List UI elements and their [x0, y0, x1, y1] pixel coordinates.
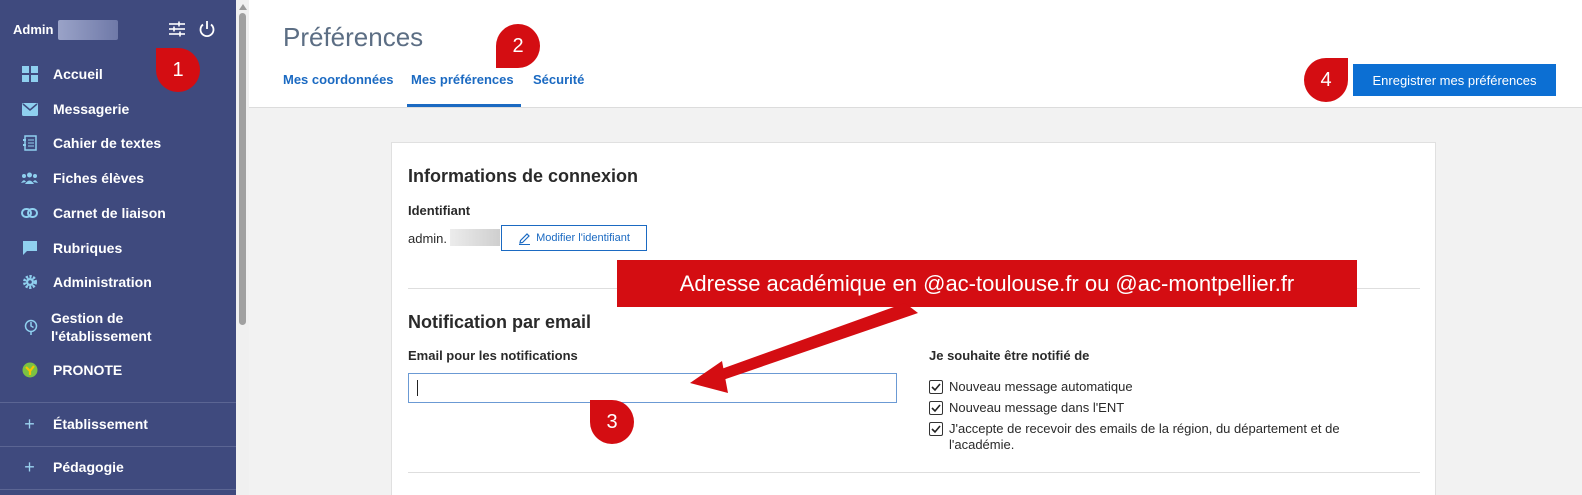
sidebar-item-gestion-etablissement[interactable]: Gestion de l'établissement — [0, 307, 236, 347]
school-icon — [22, 319, 39, 336]
checkbox-label: Nouveau message dans l'ENT — [949, 400, 1125, 415]
checkbox-ent-message[interactable] — [929, 401, 943, 415]
tab-mes-preferences[interactable]: Mes préférences — [411, 72, 514, 87]
sidebar-item-label: Rubriques — [53, 240, 123, 256]
plus-icon: + — [24, 413, 35, 434]
sidebar-header: Admin — [0, 0, 236, 58]
annotation-badge-4: 4 — [1304, 58, 1348, 102]
sidebar-item-label: Administration — [53, 274, 152, 290]
modify-identifiant-button[interactable]: Modifier l'identifiant — [501, 225, 647, 251]
tab-mes-coordonnees[interactable]: Mes coordonnées — [283, 72, 394, 87]
sidebar-divider — [0, 489, 236, 490]
plus-icon: + — [24, 456, 35, 477]
sidebar-item-administration[interactable]: Administration — [0, 265, 236, 299]
checkbox-label: Nouveau message automatique — [949, 379, 1133, 394]
connexion-section-title: Informations de connexion — [408, 166, 639, 186]
sidebar-section-label: Pédagogie — [53, 459, 124, 475]
sidebar-item-label: Messagerie — [53, 101, 130, 117]
preferences-card: Informations de connexion Identifiant ad… — [391, 142, 1436, 495]
gear-icon — [21, 274, 38, 291]
user-label: Admin — [13, 22, 54, 37]
sidebar-section-label: Établissement — [53, 416, 148, 432]
checkbox-label: J'accepte de recevoir des emails de la r… — [949, 421, 1340, 452]
user-name-blurred — [58, 20, 118, 40]
sidebar-section-etablissement[interactable]: + Établissement — [0, 407, 236, 441]
text-caret — [417, 380, 418, 396]
sidebar-section-pedagogie[interactable]: + Pédagogie — [0, 450, 236, 484]
scrollbar-thumb[interactable] — [239, 13, 246, 325]
link-icon — [21, 205, 38, 222]
grid-icon — [21, 66, 38, 83]
notebook-icon — [21, 135, 38, 152]
checkbox-accept-emails[interactable] — [929, 422, 943, 436]
sidebar-item-label: PRONOTE — [53, 362, 123, 378]
sidebar-scrollbar[interactable] — [236, 0, 249, 495]
pronote-icon — [21, 362, 38, 379]
checkbox-auto-message[interactable] — [929, 380, 943, 394]
sidebar-item-carnet-de-liaison[interactable]: Carnet de liaison — [0, 196, 236, 230]
students-icon — [21, 170, 38, 187]
notify-label: Je souhaite être notifié de — [929, 348, 1090, 363]
mail-icon — [21, 101, 38, 118]
sidebar-item-messagerie[interactable]: Messagerie — [0, 92, 236, 126]
annotation-badge-2: 2 — [496, 24, 540, 68]
sidebar-divider — [0, 446, 236, 447]
check-icon — [931, 404, 941, 413]
email-field[interactable] — [408, 373, 897, 403]
annotation-badge-3: 3 — [590, 400, 634, 444]
pencil-icon — [519, 232, 531, 245]
sidebar-item-label: Fiches élèves — [53, 170, 145, 186]
sidebar-item-label: Cahier de textes — [53, 135, 162, 151]
sidebar-item-label: Accueil — [53, 66, 103, 82]
page-header: Préférences Mes coordonnées Mes préféren… — [249, 0, 1582, 108]
sidebar-item-cahier-de-textes[interactable]: Cahier de textes — [0, 126, 236, 160]
sidebar-item-accueil[interactable]: Accueil — [0, 57, 236, 91]
checkbox-row[interactable]: Nouveau message automatique — [929, 379, 1369, 395]
identifiant-value: admin. — [408, 231, 448, 246]
sidebar-item-label: Gestion de l'établissement — [51, 310, 152, 344]
save-preferences-button[interactable]: Enregistrer mes préférences — [1353, 64, 1556, 96]
settings-sliders-icon[interactable] — [167, 19, 187, 39]
notification-section-title: Notification par email — [408, 312, 592, 332]
power-icon[interactable] — [197, 19, 217, 39]
chat-icon — [21, 240, 38, 257]
scroll-up-icon[interactable] — [239, 4, 247, 10]
check-icon — [931, 425, 941, 434]
checkbox-row[interactable]: J'accepte de recevoir des emails de la r… — [929, 421, 1369, 453]
sidebar-item-label: Carnet de liaison — [53, 205, 166, 221]
sidebar-item-rubriques[interactable]: Rubriques — [0, 231, 236, 265]
checkbox-row[interactable]: Nouveau message dans l'ENT — [929, 400, 1369, 416]
page-title: Préférences — [283, 22, 424, 52]
email-label: Email pour les notifications — [408, 348, 578, 363]
identifiant-blurred — [450, 229, 500, 246]
annotation-banner: Adresse académique en @ac-toulouse.fr ou… — [617, 260, 1357, 307]
modify-identifiant-label: Modifier l'identifiant — [536, 232, 630, 244]
check-icon — [931, 383, 941, 392]
sidebar-item-pronote[interactable]: PRONOTE — [0, 353, 236, 387]
sidebar-item-fiches-eleves[interactable]: Fiches élèves — [0, 161, 236, 195]
identifiant-label: Identifiant — [408, 203, 471, 218]
annotation-badge-1: 1 — [156, 48, 200, 92]
sidebar: Admin Accueil Messagerie Cahier de texte… — [0, 0, 236, 495]
section-divider — [408, 472, 1420, 473]
tab-securite[interactable]: Sécurité — [533, 72, 584, 87]
active-tab-indicator — [407, 104, 521, 107]
sidebar-divider — [0, 402, 236, 403]
